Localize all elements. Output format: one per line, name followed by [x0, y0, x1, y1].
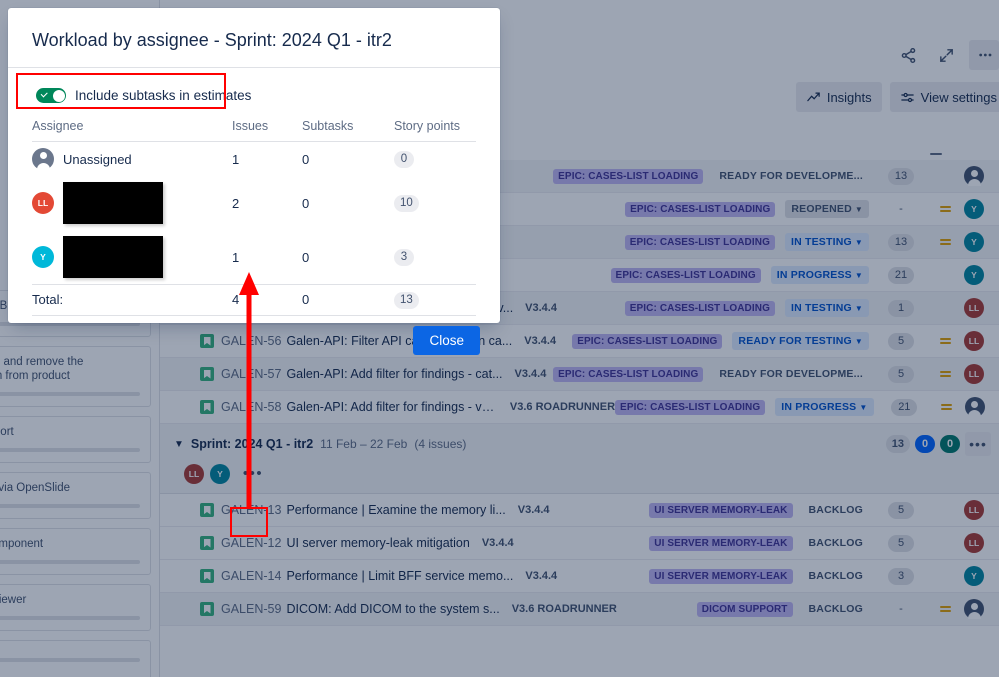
redacted-assignee-name: [63, 182, 163, 224]
toggle-knob: [52, 89, 65, 102]
story-points-pill: 10: [394, 194, 419, 212]
story-points-cell: 3: [394, 230, 476, 285]
dialog-footer: Close: [8, 316, 500, 371]
dialog-header: Workload by assignee - Sprint: 2024 Q1 -…: [8, 8, 500, 68]
subtasks-count: 0: [302, 195, 310, 211]
story-points-cell: 0: [394, 142, 476, 177]
issues-count: 1: [232, 151, 240, 167]
table-body: Unassigned 1 0 0 LL 2 0 10 Y 1 0 3: [32, 142, 476, 285]
table-row: LL 2 0 10: [32, 176, 476, 230]
story-points-cell: 10: [394, 176, 476, 230]
check-icon: [40, 89, 48, 97]
assignee-cell: LL: [32, 176, 232, 230]
total-issues: 4: [232, 292, 240, 308]
subtasks-count: 0: [302, 249, 310, 265]
total-points-pill: 13: [394, 291, 419, 309]
assignee-name: Unassigned: [63, 151, 132, 167]
story-points-pill: 0: [394, 150, 414, 168]
avatar: Y: [32, 246, 54, 268]
assignee-cell: Unassigned: [32, 142, 232, 177]
table-header-row: Assignee Issues Subtasks Story points: [32, 115, 476, 142]
include-subtasks-toggle[interactable]: [36, 88, 66, 103]
column-subtasks: Subtasks: [302, 119, 354, 133]
avatar: LL: [32, 192, 54, 214]
table-footer: Total: 4 0 13: [32, 285, 476, 316]
issues-count: 1: [232, 249, 240, 265]
dialog-title: Workload by assignee - Sprint: 2024 Q1 -…: [32, 30, 392, 50]
avatar: [32, 148, 54, 170]
total-subtasks: 0: [302, 292, 310, 308]
column-assignee: Assignee: [32, 119, 84, 133]
story-points-pill: 3: [394, 248, 414, 266]
column-issues: Issues: [232, 119, 269, 133]
total-row: Total: 4 0 13: [32, 285, 476, 316]
include-subtasks-toggle-row[interactable]: Include subtasks in estimates: [32, 84, 476, 115]
dialog-body: Include subtasks in estimates Assignee I…: [8, 68, 500, 316]
issues-count: 2: [232, 195, 240, 211]
table-header: Assignee Issues Subtasks Story points: [32, 115, 476, 142]
subtasks-count: 0: [302, 151, 310, 167]
workload-table: Assignee Issues Subtasks Story points Un…: [32, 115, 476, 316]
table-row: Unassigned 1 0 0: [32, 142, 476, 177]
total-label: Total:: [32, 292, 64, 308]
table-row: Y 1 0 3: [32, 230, 476, 285]
redacted-assignee-name: [63, 236, 163, 278]
total-points: 13: [394, 285, 476, 316]
close-button[interactable]: Close: [413, 325, 480, 355]
workload-by-assignee-dialog: Workload by assignee - Sprint: 2024 Q1 -…: [8, 8, 500, 355]
assignee-cell: Y: [32, 230, 232, 285]
include-subtasks-label: Include subtasks in estimates: [75, 88, 252, 103]
column-story-points: Story points: [394, 119, 461, 133]
